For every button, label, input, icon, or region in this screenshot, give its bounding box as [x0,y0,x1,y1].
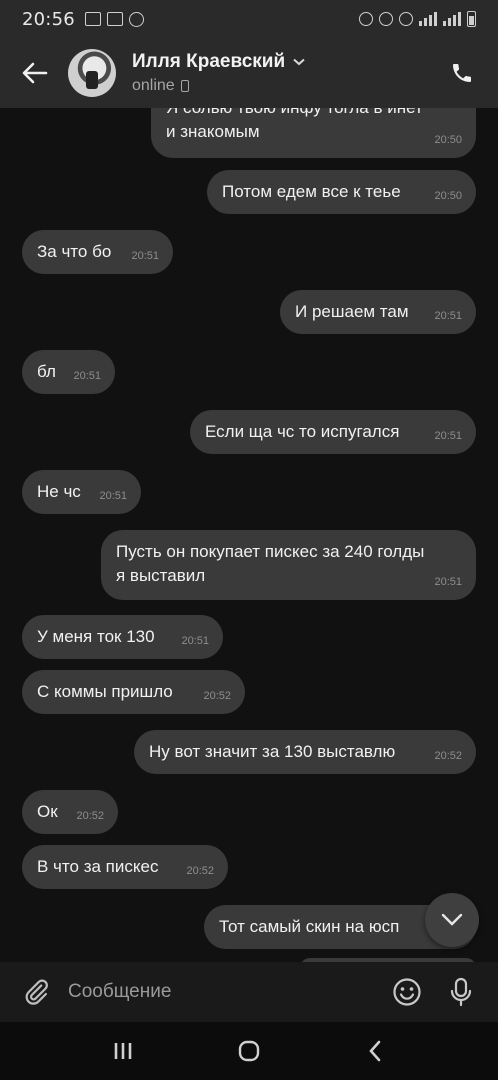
mic-button[interactable] [444,975,478,1009]
sync-icon [128,11,144,27]
mobile-icon [180,80,189,92]
message-text: Если ща чс то испугался [205,422,400,441]
phone-icon [453,64,471,82]
message-text: У меня ток 130 [37,627,155,646]
message-time: 20:50 [434,190,462,202]
message-bubble-in[interactable]: У меня ток 130 20:51 [22,615,223,659]
message-time: 20:52 [76,810,104,822]
contact-name: Илля Краевский [132,51,286,72]
message-time: 20:52 [203,690,231,702]
scroll-down-button[interactable] [425,893,479,947]
recents-icon [114,1043,132,1059]
microphone-icon [450,977,472,1007]
recent-apps-button[interactable] [103,1031,143,1071]
message-time: 20:50 [434,134,462,146]
message-time: 20:51 [99,490,127,502]
chat-header: Илля Краевский online [0,38,498,108]
message-text: бл [37,362,56,381]
message-time: 20:51 [131,250,159,262]
system-nav-bar [0,1022,498,1080]
message-text: С коммы пришло [37,682,173,701]
signal-icon [419,12,437,26]
message-bubble-out[interactable]: И решаем там 20:51 [280,290,476,334]
message-bubble-out[interactable]: Потом едем все к теье 20:50 [207,170,476,214]
message-time: 20:52 [434,750,462,762]
message-bubble-out[interactable]: Пусть он покупает пискес за 240 голды я … [101,530,476,600]
message-text: В что за пискес [37,857,159,876]
message-bubble-in[interactable]: С коммы пришло 20:52 [22,670,245,714]
message-text: Тот самый скин на юсп [219,917,400,936]
gallery-icon [84,11,101,26]
message-bubble-in[interactable]: Ок 20:52 [22,790,118,834]
composer [0,962,498,1022]
message-text: Пусть он покупает пискес за 240 голды я … [116,542,425,585]
wifi-icon [399,12,413,26]
message-bubble-in[interactable]: За что бо 20:51 [22,230,173,274]
message-text: Я солью твою инфу тогла в инет и знакомы… [166,108,423,141]
message-time: 20:51 [434,576,462,588]
avatar[interactable] [68,49,116,97]
home-icon [238,1040,260,1062]
arrow-left-icon [22,62,48,84]
paperclip-icon [25,979,48,1005]
mute-icon [379,12,393,26]
message-bubble-in[interactable]: В что за пискес 20:52 [22,845,228,889]
attach-button[interactable] [20,976,52,1008]
chevron-down-icon [293,58,305,66]
message-time: 20:51 [434,430,462,442]
emoji-icon [393,978,421,1006]
message-bubble-in[interactable]: Не чс 20:51 [22,470,141,514]
chat-screen: 20:56 Илля Краевский online и знакомым 2… [0,0,498,1080]
signal-icon-2 [443,12,461,26]
message-bubble-in[interactable]: бл 20:51 [22,350,115,394]
message-list[interactable]: Я солью твою инфу тогла в инет и знакомы… [0,108,498,962]
back-button[interactable] [18,56,52,90]
message-time: 20:51 [434,310,462,322]
message-bubble-out[interactable]: Если ща чс то испугался 20:51 [190,410,476,454]
call-button[interactable] [444,55,480,91]
battery-icon [467,11,476,27]
message-text: И решаем там [295,302,409,321]
message-text: Потом едем все к теье [222,182,401,201]
message-text: Ну вот значит за 130 выставлю [149,742,396,761]
message-bubble-out[interactable]: Ну вот значит за 130 выставлю 20:52 [134,730,476,774]
home-button[interactable] [229,1031,269,1071]
back-nav-button[interactable] [355,1031,395,1071]
music-icon [106,11,123,26]
message-time: 20:51 [181,635,209,647]
message-text: Ок [37,802,58,821]
message-time: 20:52 [186,865,214,877]
back-icon [369,1040,381,1062]
message-time: 20:51 [73,370,101,382]
system-icons [359,11,476,27]
status-time: 20:56 [22,8,75,30]
message-text: За что бо [37,242,112,261]
contact-status: online [132,77,175,94]
emoji-button[interactable] [390,975,424,1009]
message-text: Не чс [37,482,81,501]
notification-icons [84,11,144,27]
message-bubble-out[interactable]: Я солью твою инфу тогла в инет и знакомы… [151,108,476,158]
status-bar: 20:56 [0,0,498,38]
contact-info[interactable]: Илля Краевский online [132,51,305,95]
chevron-down-icon [441,913,463,926]
message-input[interactable] [68,972,368,1012]
alarm-icon [359,12,373,26]
